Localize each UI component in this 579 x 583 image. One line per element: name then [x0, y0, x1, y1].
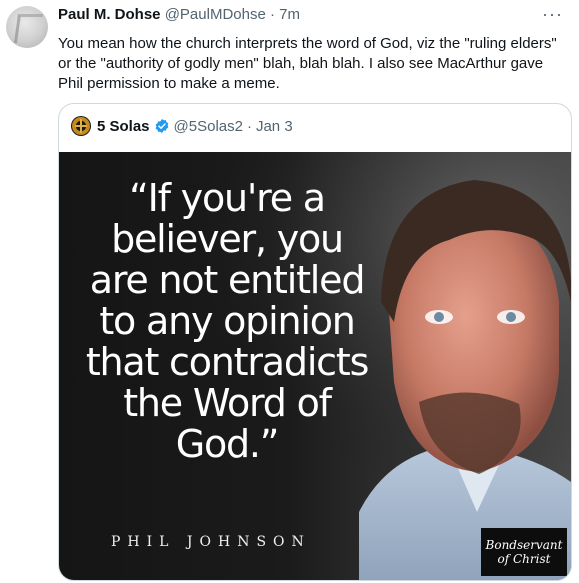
quoted-date[interactable]: Jan 3 — [256, 118, 293, 135]
quoted-tweet-header: 5 Solas @5Solas2 · Jan 3 — [71, 116, 293, 136]
logo-line-1: Bondservant — [485, 538, 563, 552]
avatar[interactable] — [6, 6, 48, 48]
meme-quote-text: “If you're a believer, you are not entit… — [85, 176, 370, 466]
separator: · — [269, 6, 275, 23]
bondservant-logo: Bondservant of Christ — [481, 528, 567, 576]
quoted-avatar[interactable] — [71, 116, 91, 136]
quoted-author-handle[interactable]: @5Solas2 — [174, 118, 243, 135]
author-handle[interactable]: @PaulMDohse — [165, 6, 266, 23]
verified-badge-icon — [155, 119, 168, 133]
tweet-header: Paul M. Dohse @PaulMDohse · 7m ··· — [58, 4, 569, 28]
more-options-icon[interactable]: ··· — [542, 4, 563, 25]
logo-line-2: of Christ — [497, 552, 551, 566]
author-name[interactable]: Paul M. Dohse — [58, 6, 161, 23]
quote-image[interactable]: “If you're a believer, you are not entit… — [59, 152, 571, 580]
quoted-tweet[interactable]: 5 Solas @5Solas2 · Jan 3 “If you're a be… — [58, 103, 572, 581]
timestamp[interactable]: 7m — [279, 6, 300, 23]
tweet-text: You mean how the church interprets the w… — [58, 35, 557, 92]
quoted-author-name[interactable]: 5 Solas — [97, 118, 150, 135]
meme-attribution: PHIL JOHNSON — [111, 534, 311, 550]
separator: · — [246, 117, 252, 135]
